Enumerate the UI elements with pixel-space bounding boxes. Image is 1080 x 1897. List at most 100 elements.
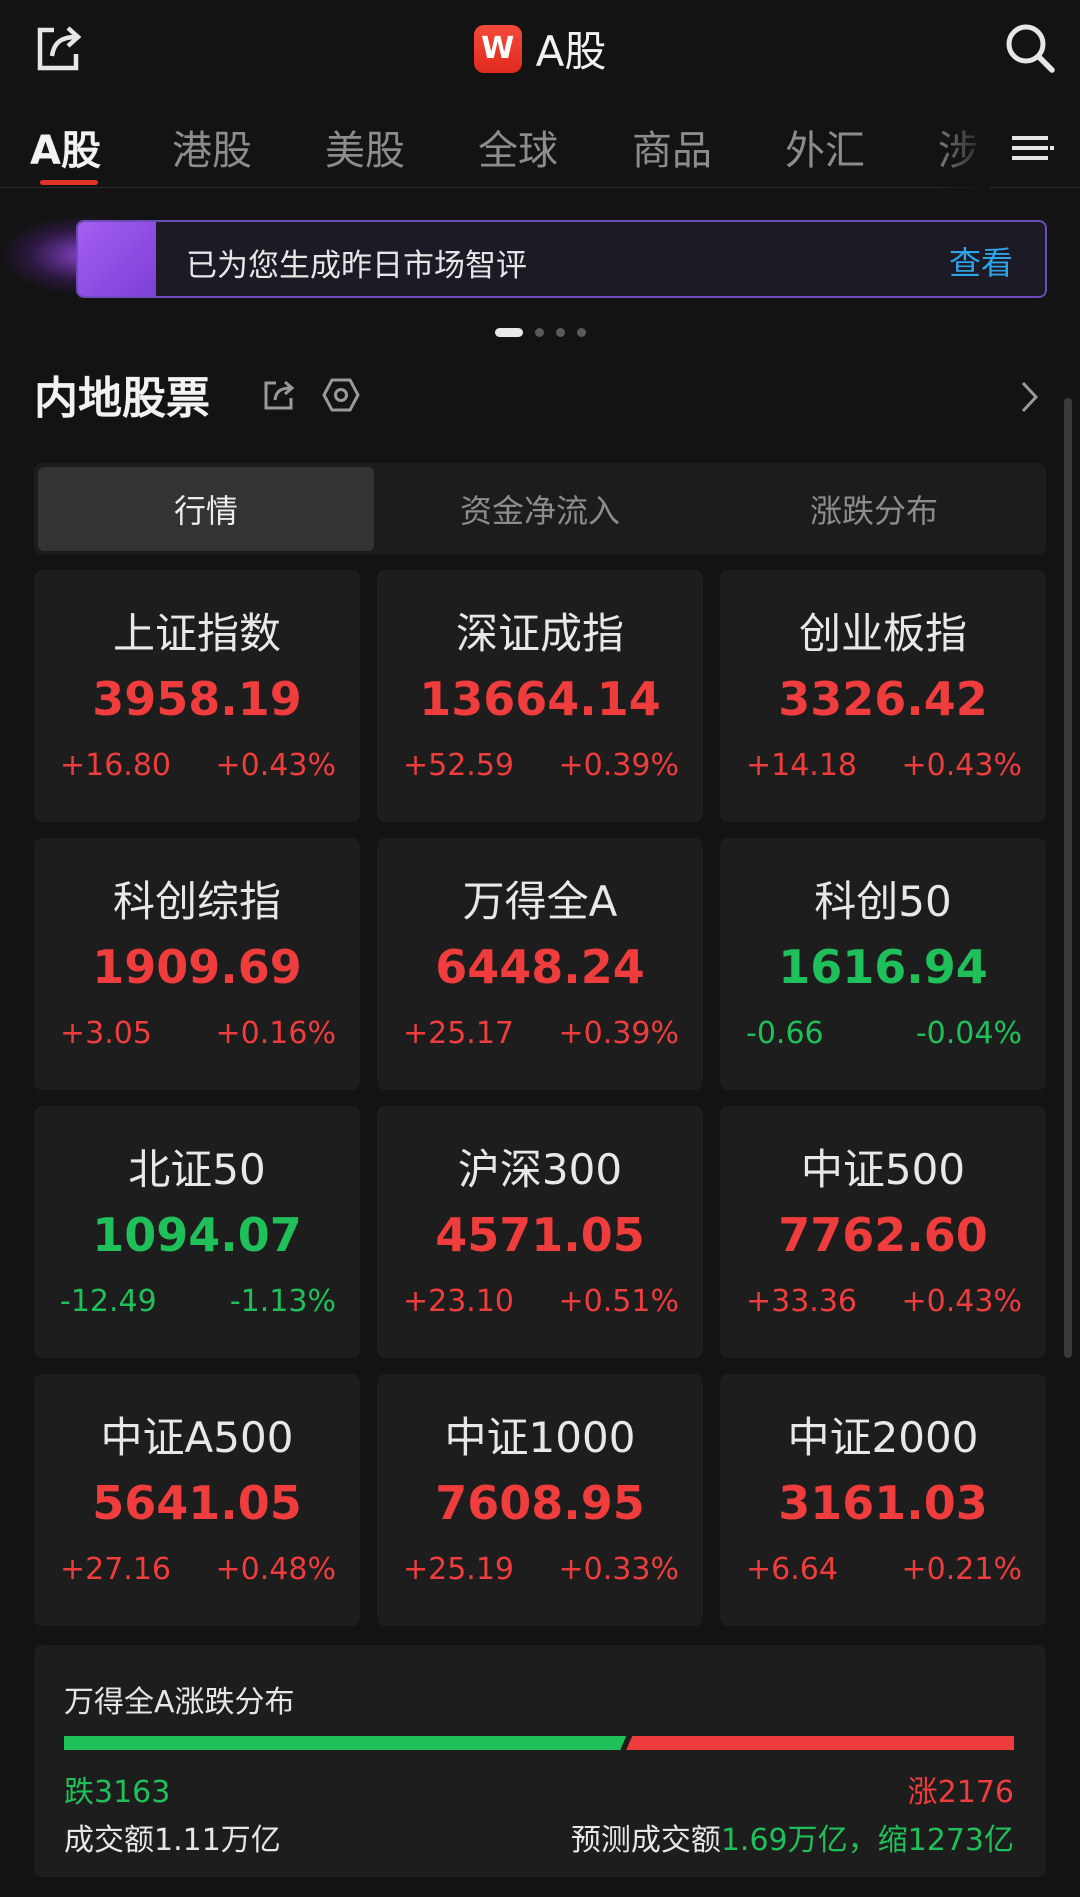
index-change: +52.59 xyxy=(403,748,515,783)
index-change: -12.49 xyxy=(60,1284,157,1319)
index-name: 深证成指 xyxy=(455,609,624,658)
market-tabs: A股 港股 美股 全球 商品 外汇 涉 xyxy=(0,108,1080,188)
index-percent: +0.16% xyxy=(215,1016,336,1051)
index-percent: -1.13% xyxy=(229,1284,336,1319)
carousel-dot xyxy=(576,328,586,337)
index-percent: +0.21% xyxy=(901,1552,1022,1587)
index-percent: +0.39% xyxy=(558,748,679,783)
index-value: 13664.14 xyxy=(419,672,661,726)
index-percent: +0.33% xyxy=(558,1552,679,1587)
top-header: W A股 xyxy=(0,0,1080,95)
forecast-value: 1.69万亿，缩1273亿 xyxy=(720,1823,1014,1858)
page-title: A股 xyxy=(535,27,607,76)
index-value: 4571.05 xyxy=(435,1208,645,1262)
index-percent: -0.04% xyxy=(915,1016,1022,1051)
wind-logo: W xyxy=(473,24,522,73)
chevron-right-icon[interactable] xyxy=(1018,378,1042,416)
index-change: +25.19 xyxy=(403,1552,515,1587)
index-value: 1909.69 xyxy=(92,940,302,994)
segment-quotes[interactable]: 行情 xyxy=(38,467,374,551)
tab-us-stocks[interactable]: 美股 xyxy=(325,118,405,176)
index-value: 1616.94 xyxy=(778,940,988,994)
view-segment-control: 行情 资金净流入 涨跌分布 xyxy=(34,463,1046,555)
rise-count: 涨2176 xyxy=(907,1775,1014,1810)
index-percent: +0.43% xyxy=(215,748,336,783)
index-name: 上证指数 xyxy=(112,609,281,658)
tab-hk-stocks[interactable]: 港股 xyxy=(172,118,252,176)
tab-a-share[interactable]: A股 xyxy=(30,118,101,176)
index-card[interactable]: 沪深300 4571.05 +23.10 +0.51% xyxy=(377,1106,703,1358)
app-title-group: W A股 xyxy=(0,18,1080,79)
index-card[interactable]: 上证指数 3958.19 +16.80 +0.43% xyxy=(34,570,360,822)
index-change: +23.10 xyxy=(403,1284,515,1319)
index-percent: +0.43% xyxy=(901,748,1022,783)
banner-accent xyxy=(78,222,156,296)
index-change: +3.05 xyxy=(60,1016,152,1051)
index-card[interactable]: 北证50 1094.07 -12.49 -1.13% xyxy=(34,1106,360,1358)
index-card[interactable]: 科创综指 1909.69 +3.05 +0.16% xyxy=(34,838,360,1090)
index-card[interactable]: 中证A500 5641.05 +27.16 +0.48% xyxy=(34,1374,360,1626)
carousel-dot xyxy=(534,328,544,337)
carousel-indicator xyxy=(0,328,1080,337)
tab-forex[interactable]: 外汇 xyxy=(785,118,865,176)
index-value: 3326.42 xyxy=(778,672,988,726)
ai-review-banner[interactable]: 已为您生成昨日市场智评 查看 xyxy=(76,220,1047,298)
index-name: 万得全A xyxy=(462,877,618,926)
fall-bar-segment xyxy=(64,1736,627,1750)
section-share-icon[interactable] xyxy=(262,378,296,412)
index-change: -0.66 xyxy=(746,1016,824,1051)
index-card[interactable]: 创业板指 3326.42 +14.18 +0.43% xyxy=(720,570,1046,822)
index-value: 5641.05 xyxy=(92,1476,302,1530)
carousel-dot-active xyxy=(494,328,523,337)
index-card[interactable]: 中证2000 3161.03 +6.64 +0.21% xyxy=(720,1374,1046,1626)
index-percent: +0.51% xyxy=(558,1284,679,1319)
rise-bar-segment xyxy=(626,1736,1014,1750)
index-card[interactable]: 万得全A 6448.24 +25.17 +0.39% xyxy=(377,838,703,1090)
index-change: +27.16 xyxy=(60,1552,172,1587)
index-name: 科创50 xyxy=(814,877,952,926)
index-value: 7762.60 xyxy=(778,1208,988,1262)
distribution-panel[interactable]: 万得全A涨跌分布 跌3163 涨2176 成交额1.11万亿 预测成交额1.69… xyxy=(34,1645,1046,1877)
segment-distribution[interactable]: 涨跌分布 xyxy=(706,467,1042,551)
index-name: 北证50 xyxy=(128,1145,266,1194)
index-value: 3161.03 xyxy=(778,1476,988,1530)
section-title: 内地股票 xyxy=(34,373,210,424)
view-link[interactable]: 查看 xyxy=(949,238,1013,284)
turnover-amount: 成交额1.11万亿 xyxy=(64,1823,281,1858)
index-name: 中证2000 xyxy=(787,1413,979,1462)
index-change: +33.36 xyxy=(746,1284,858,1319)
index-name: 沪深300 xyxy=(457,1145,623,1194)
index-change: +6.64 xyxy=(746,1552,838,1587)
segment-net-inflow[interactable]: 资金净流入 xyxy=(372,467,708,551)
tabs-fade xyxy=(930,108,990,188)
index-percent: +0.39% xyxy=(558,1016,679,1051)
index-value: 7608.95 xyxy=(435,1476,645,1530)
tab-global[interactable]: 全球 xyxy=(478,118,558,176)
index-value: 3958.19 xyxy=(92,672,302,726)
index-name: 创业板指 xyxy=(798,609,967,658)
index-name: 中证1000 xyxy=(444,1413,636,1462)
index-percent: +0.48% xyxy=(215,1552,336,1587)
index-name: 中证A500 xyxy=(100,1413,294,1462)
search-icon[interactable] xyxy=(1002,20,1058,76)
banner-text: 已为您生成昨日市场智评 xyxy=(186,248,527,284)
index-card[interactable]: 中证1000 7608.95 +25.19 +0.33% xyxy=(377,1374,703,1626)
forecast-turnover: 预测成交额1.69万亿，缩1273亿 xyxy=(571,1815,1014,1859)
index-name: 科创综指 xyxy=(112,877,281,926)
index-change: +16.80 xyxy=(60,748,172,783)
fall-count: 跌3163 xyxy=(64,1775,171,1810)
distribution-title: 万得全A涨跌分布 xyxy=(64,1685,295,1720)
index-card[interactable]: 科创50 1616.94 -0.66 -0.04% xyxy=(720,838,1046,1090)
settings-icon[interactable] xyxy=(322,376,360,414)
tab-commodities[interactable]: 商品 xyxy=(632,118,712,176)
active-tab-indicator xyxy=(40,180,98,185)
index-card[interactable]: 深证成指 13664.14 +52.59 +0.39% xyxy=(377,570,703,822)
index-change: +14.18 xyxy=(746,748,858,783)
index-change: +25.17 xyxy=(403,1016,515,1051)
index-percent: +0.43% xyxy=(901,1284,1022,1319)
index-value: 6448.24 xyxy=(435,940,645,994)
menu-icon[interactable] xyxy=(1010,126,1056,170)
forecast-label: 预测成交额 xyxy=(570,1823,721,1858)
index-card[interactable]: 中证500 7762.60 +33.36 +0.43% xyxy=(720,1106,1046,1358)
scrollbar[interactable] xyxy=(1064,398,1072,1358)
